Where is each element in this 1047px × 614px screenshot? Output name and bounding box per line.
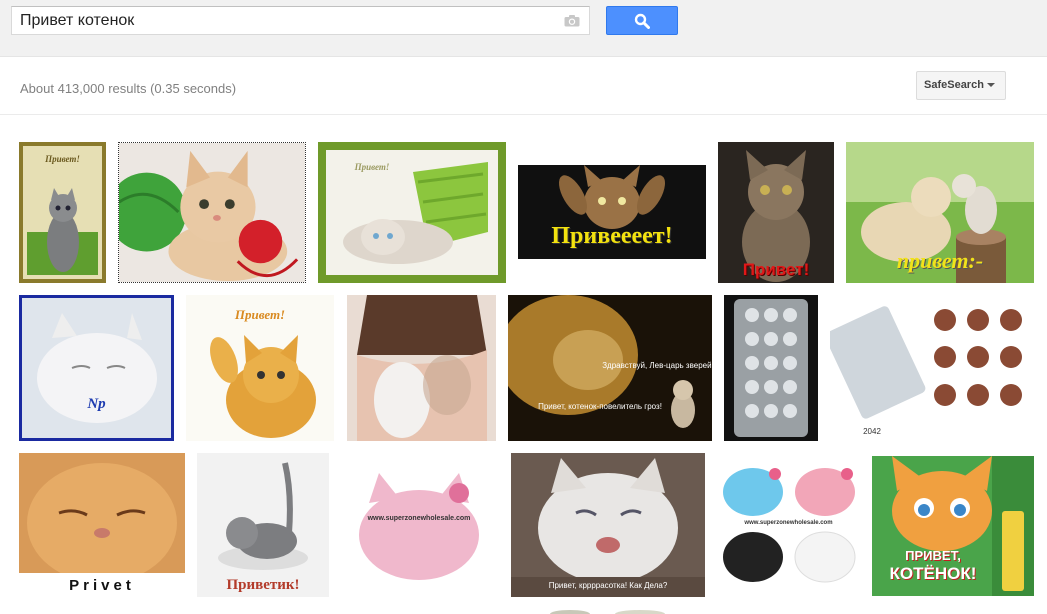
image-caption: Привеееет! xyxy=(551,223,673,249)
image-caption: Привет! xyxy=(354,162,390,172)
image-result[interactable] xyxy=(347,295,496,441)
image-result[interactable]: Приветик! xyxy=(197,453,329,597)
image-result[interactable] xyxy=(724,295,818,441)
image-caption: ПРИВЕТ, xyxy=(905,548,961,563)
image-result[interactable]: Привет! xyxy=(186,295,334,441)
image-result[interactable]: привет:- xyxy=(846,142,1034,283)
top-search-bar xyxy=(0,0,1047,57)
image-caption: Privet xyxy=(69,577,135,594)
image-caption: www.superzonewholesale.com xyxy=(744,520,833,526)
chevron-down-icon xyxy=(986,83,995,88)
hello-kitty-phone-image xyxy=(349,453,489,593)
search-input[interactable] xyxy=(20,7,560,34)
image-caption: Здравствуй, Лев-царь зверей! xyxy=(602,361,712,370)
image-result[interactable]: Привеееет! xyxy=(518,165,706,259)
image-result[interactable]: Np xyxy=(19,295,174,441)
image-result[interactable] xyxy=(540,608,680,614)
safesearch-label: SafeSearch xyxy=(924,79,984,91)
image-caption: Привет! xyxy=(45,154,80,164)
partial-image xyxy=(540,608,680,614)
image-result[interactable] xyxy=(118,142,306,283)
camera-icon[interactable] xyxy=(564,15,580,27)
image-result[interactable]: Privet xyxy=(19,453,185,597)
image-result[interactable]: www.superzonewholesale.com xyxy=(717,462,860,588)
white-kitten-funny-image xyxy=(511,453,705,597)
image-result[interactable]: ПРИВЕТ, КОТЁНОК! xyxy=(872,456,1034,596)
image-caption: Np xyxy=(87,396,106,412)
hello-kitty-skirt-image xyxy=(347,295,496,441)
image-caption: Привет! xyxy=(234,307,286,322)
kitten-yarn-image xyxy=(119,143,305,282)
grey-kitten-image xyxy=(197,453,329,597)
ginger-kitten-sleeping-image xyxy=(19,453,185,597)
image-result[interactable]: www.superzonewholesale.com xyxy=(349,453,489,593)
image-result[interactable]: Привет! xyxy=(318,142,506,283)
image-result[interactable]: Привет! xyxy=(19,142,106,283)
image-caption: www.superzonewholesale.com xyxy=(367,515,471,522)
image-result[interactable]: Привет, кррррасотка! Как Дела? xyxy=(511,453,705,597)
chocolate-mold-image xyxy=(724,295,818,441)
image-caption: Привет, котенок-повелитель гроз! xyxy=(538,402,662,411)
image-caption: привет:- xyxy=(896,248,984,273)
image-caption: КОТЁНОК! xyxy=(889,564,977,583)
image-result[interactable]: Здравствуй, Лев-царь зверей! Привет, кот… xyxy=(508,295,712,441)
search-icon xyxy=(634,13,650,29)
image-caption: 2042 xyxy=(863,427,881,436)
image-caption: Привет! xyxy=(742,260,810,279)
white-kitten-sleeping-image xyxy=(22,298,171,438)
results-toolbar: About 413,000 results (0.35 seconds) Saf… xyxy=(0,58,1047,115)
image-caption: Привет, кррррасотка! Как Дела? xyxy=(548,581,668,590)
chocolate-bears-image xyxy=(830,295,1034,441)
search-box[interactable] xyxy=(11,6,590,35)
image-result[interactable]: 2042 xyxy=(830,295,1034,441)
image-result[interactable]: Привет! xyxy=(718,142,834,283)
safesearch-dropdown[interactable]: SafeSearch xyxy=(916,71,1006,100)
results-stats: About 413,000 results (0.35 seconds) xyxy=(20,81,237,96)
image-caption: Приветик! xyxy=(226,577,300,593)
search-button[interactable] xyxy=(606,6,678,35)
